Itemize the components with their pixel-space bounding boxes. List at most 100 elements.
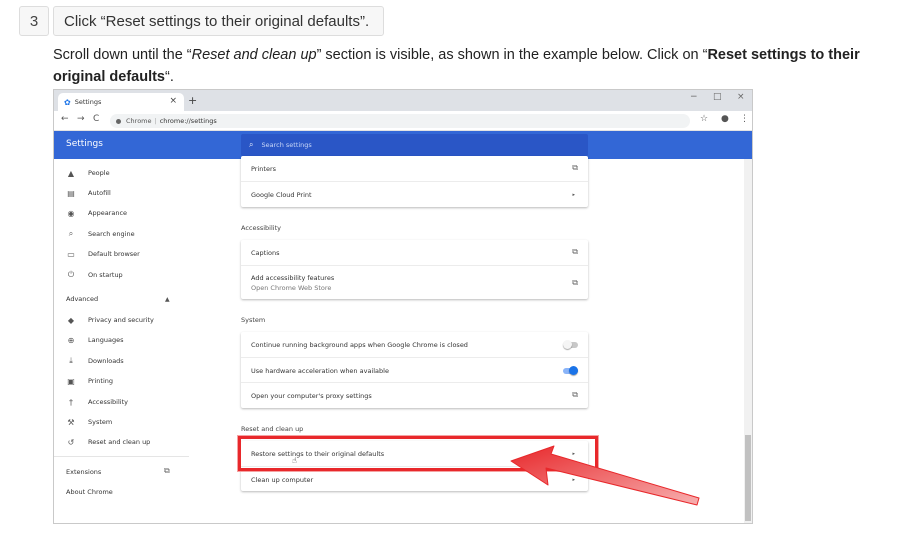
proxy-settings-row[interactable]: Open your computer's proxy settings ⧉	[241, 382, 588, 408]
chevron-right-icon: ▸	[572, 192, 575, 198]
sidebar-item-system[interactable]: ⚒ System	[66, 416, 112, 428]
sidebar-item-accessibility[interactable]: † Accessibility	[66, 396, 128, 408]
row-label: Continue running background apps when Go…	[251, 341, 468, 349]
scrollbar-thumb[interactable]	[745, 435, 751, 521]
sidebar-item-label: System	[88, 418, 113, 426]
step-instructions: Scroll down until the “Reset and clean u…	[53, 44, 893, 88]
sidebar-item-autofill[interactable]: ▤ Autofill	[66, 187, 111, 199]
gear-icon: ✿	[64, 97, 71, 107]
sidebar-item-privacy[interactable]: ◆ Privacy and security	[66, 314, 154, 326]
hardware-acceleration-toggle[interactable]	[563, 366, 578, 375]
bookmark-star-icon[interactable]: ☆	[700, 114, 708, 124]
minimize-icon[interactable]: −	[690, 92, 698, 102]
row-label: Google Cloud Print	[251, 191, 312, 199]
sidebar-item-label: Accessibility	[88, 398, 128, 406]
sidebar-item-people[interactable]: ▲ People	[66, 167, 110, 179]
omnibox[interactable]: Chrome | chrome://settings	[110, 114, 690, 128]
sidebar-item-downloads[interactable]: ⤓ Downloads	[66, 355, 124, 367]
sidebar-item-languages[interactable]: ⊕ Languages	[66, 334, 124, 346]
back-arrow-icon[interactable]: ←	[61, 114, 69, 124]
person-icon: ▲	[67, 168, 75, 178]
reload-icon[interactable]: C	[93, 114, 99, 124]
autofill-icon: ▤	[67, 188, 75, 198]
printers-row[interactable]: Printers ⧉	[241, 156, 588, 181]
omnibox-url: chrome://settings	[159, 117, 217, 125]
instructions-text: ” section is visible, as shown in the ex…	[316, 47, 708, 63]
omnibox-site: Chrome	[126, 117, 152, 125]
download-icon: ⤓	[69, 356, 73, 365]
chevron-up-icon[interactable]: ▲	[165, 296, 170, 303]
scrollbar[interactable]	[744, 159, 752, 523]
sidebar-item-printing[interactable]: ▣ Printing	[66, 375, 113, 387]
globe-icon: ⊕	[67, 335, 75, 345]
sidebar-item-extensions[interactable]: Extensions	[66, 468, 101, 476]
shield-icon: ◆	[67, 315, 75, 325]
accessibility-icon: †	[69, 397, 73, 407]
maximize-icon[interactable]: □	[713, 92, 722, 102]
profile-icon[interactable]: ●	[721, 114, 729, 124]
row-sublabel: Open Chrome Web Store	[251, 284, 332, 292]
settings-title: Settings	[66, 139, 103, 149]
site-info-icon[interactable]	[116, 118, 121, 124]
background-apps-toggle[interactable]	[563, 340, 578, 349]
browser-icon: ▭	[67, 249, 75, 259]
accessibility-card: Captions ⧉ Add accessibility features Op…	[241, 240, 588, 299]
printing-card: Printers ⧉ Google Cloud Print ▸	[241, 156, 588, 207]
row-label: Clean up computer	[251, 476, 314, 484]
new-tab-button[interactable]: +	[188, 94, 197, 107]
search-icon: ⌕	[249, 140, 254, 149]
system-card: Continue running background apps when Go…	[241, 332, 588, 408]
sidebar-item-label: Privacy and security	[88, 316, 154, 324]
sidebar-item-about[interactable]: About Chrome	[66, 488, 113, 496]
highlight-box	[238, 436, 598, 471]
omnibox-separator: |	[154, 117, 157, 125]
search-icon: ⌕	[68, 229, 74, 238]
open-external-icon: ⧉	[572, 163, 578, 172]
instructions-section-name: Reset and clean up	[191, 47, 317, 63]
sidebar-item-label: Search engine	[88, 230, 135, 238]
open-external-icon: ⧉	[572, 278, 578, 287]
address-bar-row: ← → C Chrome | chrome://settings ☆ ● ⋮	[54, 111, 752, 131]
history-icon: ↺	[67, 437, 75, 447]
sidebar-item-default-browser[interactable]: ▭ Default browser	[66, 248, 140, 260]
close-tab-icon[interactable]: ×	[169, 96, 177, 106]
close-window-icon[interactable]: ×	[737, 92, 745, 102]
section-title-accessibility: Accessibility	[241, 224, 281, 232]
palette-icon: ◉	[67, 208, 75, 218]
background-apps-row: Continue running background apps when Go…	[241, 332, 588, 357]
tab-strip: ✿ Settings × + − □ ×	[54, 90, 752, 111]
sidebar-item-appearance[interactable]: ◉ Appearance	[66, 207, 128, 219]
sidebar-item-label: Appearance	[88, 209, 128, 217]
wrench-icon: ⚒	[67, 417, 75, 427]
add-accessibility-features-row[interactable]: Add accessibility features Open Chrome W…	[241, 265, 588, 299]
row-label: Add accessibility features	[251, 274, 335, 282]
printer-icon: ▣	[67, 376, 75, 386]
sidebar-item-on-startup[interactable]: ⏻ On startup	[66, 269, 123, 281]
open-external-icon: ⧉	[572, 390, 578, 399]
settings-header: Settings ⌕ Search settings	[54, 131, 752, 159]
section-title-system: System	[241, 316, 266, 324]
instructions-text: Scroll down until the “	[53, 47, 192, 63]
sidebar-item-label: Default browser	[88, 250, 140, 258]
forward-arrow-icon[interactable]: →	[77, 114, 85, 124]
sidebar-item-reset[interactable]: ↺ Reset and clean up	[66, 436, 151, 448]
open-external-icon[interactable]: ⧉	[164, 466, 170, 476]
instructions-text: “.	[165, 69, 174, 85]
row-label: Printers	[251, 165, 277, 173]
search-placeholder: Search settings	[261, 141, 312, 149]
sidebar-item-label: Printing	[88, 377, 114, 385]
open-external-icon: ⧉	[572, 247, 578, 256]
tab-settings[interactable]: ✿ Settings ×	[58, 93, 184, 111]
power-icon: ⏻	[67, 270, 75, 279]
sidebar-advanced-toggle[interactable]: Advanced	[66, 295, 98, 303]
captions-row[interactable]: Captions ⧉	[241, 240, 588, 265]
chrome-settings-screenshot: ✿ Settings × + − □ × ← → C Chrome | chro…	[53, 89, 753, 524]
step-number: 3	[19, 6, 49, 36]
search-settings-input[interactable]: ⌕ Search settings	[241, 134, 588, 156]
chevron-right-icon: ▸	[572, 477, 575, 483]
sidebar-item-search-engine[interactable]: ⌕ Search engine	[66, 228, 135, 240]
sidebar-divider	[54, 456, 189, 457]
google-cloud-print-row[interactable]: Google Cloud Print ▸	[241, 181, 588, 207]
menu-icon[interactable]: ⋮	[740, 114, 749, 124]
sidebar-item-label: Downloads	[88, 357, 124, 365]
